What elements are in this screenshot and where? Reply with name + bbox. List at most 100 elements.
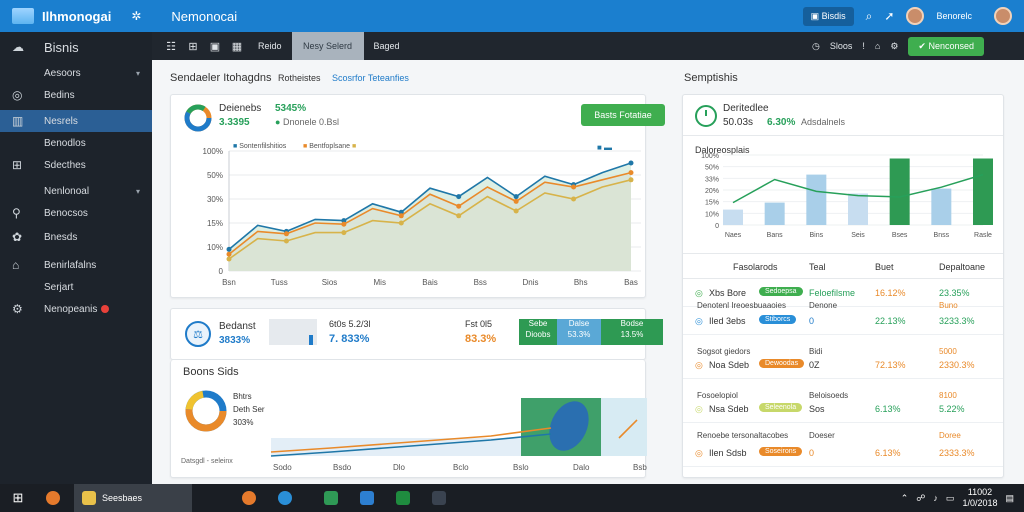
row-pill: Seleenola (759, 403, 803, 412)
menu-icon[interactable]: ☷ (160, 40, 182, 53)
taskbar-sheet-icon[interactable] (316, 491, 352, 505)
sidebar-item-benirlafalns[interactable]: ⌂ Benirlafalns (0, 254, 152, 276)
area-fill (229, 163, 631, 271)
clock[interactable]: 11002 1/0/2018 (962, 487, 997, 509)
kpi-right-value: 83.3% (465, 333, 497, 345)
sidebar-item-nenopeanis[interactable]: ⚙ Nenopeanis (0, 298, 152, 320)
row-value: 72.13% (875, 360, 906, 370)
row-icon: ◎ (695, 404, 703, 414)
toolbar-right-label[interactable]: Sloos (830, 41, 853, 51)
titlebar-button[interactable]: ▣ Bisdis (802, 6, 854, 26)
sidebar-item-bedins[interactable]: ◎ Bedins (0, 84, 152, 106)
sidebar-item-nesrels[interactable]: ▥ Nesrels (0, 110, 152, 132)
column-header[interactable]: Fasolarods (733, 262, 778, 272)
sidebar-item-serjart[interactable]: Serjart (0, 276, 152, 298)
table-row[interactable]: ◎ Ilen Sdsb Soseirons 0 6.13% 2333.3% (683, 439, 1003, 467)
cursor-icon[interactable]: ➚ (884, 9, 894, 23)
sidebar-item-nenlonoal[interactable]: Nenlonoal ▾ (0, 180, 152, 202)
grid-view-icon[interactable]: ⊞ (182, 40, 204, 53)
notification-dot (101, 305, 110, 313)
notification-icon[interactable]: ▤ (1005, 493, 1014, 504)
battery-icon[interactable]: ▭ (946, 493, 955, 504)
sidebar: ☁ Bisnis Aesoors ▾ ◎ Bedins ▥ Nesrels Be… (0, 32, 152, 484)
sidebar-item-benodlos[interactable]: Benodlos (0, 132, 152, 154)
columns-icon: ▥ (12, 114, 24, 128)
speaker-icon[interactable]: ♪ (933, 493, 938, 503)
kpi-tile-2[interactable]: Dalse 53.3% (557, 319, 601, 345)
sidebar-item-sdecthes[interactable]: ⊞ Sdecthes (0, 154, 152, 176)
area-chart-card: Deienebs 5345% 3.3395 ● Dnonele 0.Bsl Ba… (170, 94, 665, 298)
table-header: Fasolarods Teal Buet Depaltoane (683, 253, 1003, 279)
x-tick-label: Dalo (573, 463, 590, 472)
row-percent: 23.35% (939, 288, 970, 298)
window-title: Nemonocai (171, 8, 238, 24)
secondary-avatar[interactable] (994, 7, 1012, 25)
x-tick-label: Bhs (574, 278, 588, 287)
kpi-tile-3[interactable]: Bodse 13.5% (601, 319, 663, 345)
y-tick-label: 15% (705, 200, 719, 207)
table-row[interactable]: ◎ Iled 3ebs Stiborcs 0 22.13% 3233.3% (683, 307, 1003, 335)
column-header[interactable]: Teal (809, 262, 826, 272)
windows-start-icon[interactable]: ⊞ (4, 490, 32, 506)
y-tick-label: 0 (219, 267, 224, 276)
user-name[interactable]: Benorelc (936, 11, 972, 21)
home-icon[interactable]: ⌂ (875, 41, 880, 51)
taskbar-active-app[interactable]: Seesbaes (74, 484, 192, 512)
kpi-mid-label: 6t0s 5.2/3l (329, 319, 371, 329)
row-status: 0Z (809, 360, 820, 370)
taskbar-mail-icon[interactable] (424, 491, 460, 505)
taskbar-edge-icon[interactable] (270, 491, 306, 505)
gear-icon[interactable]: ⚙ (890, 41, 898, 52)
x-tick-label: Mis (374, 278, 386, 287)
section-link-2[interactable]: Scosrfor Teteanfies (332, 73, 409, 83)
chevron-up-icon[interactable]: ⌃ (901, 493, 909, 504)
row-pill: Dewoodas (759, 359, 805, 368)
user-avatar[interactable] (906, 7, 925, 25)
data-point (571, 196, 577, 202)
bar (848, 193, 868, 225)
toolbar-action-button[interactable]: ✔ Nenconsed (908, 36, 984, 56)
data-point (341, 221, 347, 227)
row-status: 0 (809, 316, 815, 326)
main-content: Sendaeler Itohagdns Rotheistes Scosrfor … (152, 60, 1024, 484)
network-icon[interactable]: ☍ (916, 493, 925, 504)
bar (931, 188, 952, 225)
calendar-icon[interactable]: ▦ (226, 40, 248, 53)
sidebar-item-bnesds[interactable]: ✿ Bnesds (0, 226, 152, 248)
tab-reido[interactable]: Reido (248, 32, 292, 60)
lower-chart-card: Boons Sids Bhtrs Deth Ser 303% Datsgdl -… (170, 360, 647, 478)
right-panel-card: Deritedlee 50.03s 6.30% Adsdalnels Dalor… (682, 94, 1004, 478)
kpi-title: Bedanst (219, 321, 256, 332)
pin-icon[interactable]: ǃ (862, 41, 865, 51)
row-name: Noa Sdeb (709, 360, 750, 370)
tab-baged[interactable]: Baged (364, 32, 410, 60)
bar (889, 158, 910, 225)
data-point (456, 194, 462, 200)
section-link-1[interactable]: Rotheistes (278, 73, 321, 83)
taskbar-browser-icon[interactable] (38, 491, 74, 505)
taskbar-firefox-icon[interactable] (234, 491, 270, 505)
taskbar-excel-icon[interactable] (388, 491, 424, 505)
row-value: 6.13% (875, 404, 901, 414)
taskbar-doc-icon[interactable] (352, 491, 388, 505)
window-icon[interactable]: ▣ (204, 40, 226, 53)
chevron-down-icon: ▾ (135, 68, 140, 78)
circle-icon: ◎ (12, 88, 23, 102)
sidebar-header[interactable]: ☁ Bisnis (0, 32, 152, 62)
row-status: Sos (809, 404, 825, 414)
clock-icon[interactable]: ◷ (812, 41, 820, 52)
row-value: 22.13% (875, 316, 906, 326)
search-icon[interactable]: ⌕ (866, 9, 873, 24)
kpi-tile-1[interactable]: Sebe Dioobs (519, 319, 557, 345)
column-header[interactable]: Buet (875, 262, 894, 272)
column-header[interactable]: Depaltoane (939, 262, 985, 272)
settings-gear-icon[interactable]: ✲ (131, 9, 141, 23)
app-name: Ilhmonogai (42, 8, 112, 24)
sidebar-item-aesoors[interactable]: Aesoors ▾ (0, 62, 152, 84)
row-name: Ilen Sdsb (709, 448, 747, 458)
taskbar: ⊞ Seesbaes ⌃ ☍ ♪ ▭ 11002 1/0/2018 ▤ (0, 484, 1024, 512)
x-tick-label: Bclo (453, 463, 469, 472)
tab-nesy-selerd[interactable]: Nesy Selerd (291, 32, 364, 60)
sidebar-item-benocsos[interactable]: ⚲ Benocsos (0, 202, 152, 224)
x-tick-label: Bnss (934, 232, 950, 239)
